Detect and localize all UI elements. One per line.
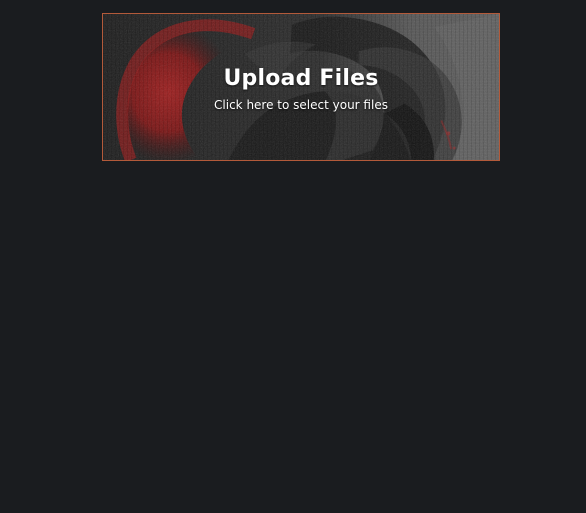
file-upload-dropzone[interactable]: Upload Files Click here to select your f… xyxy=(102,13,500,161)
upload-background-image xyxy=(103,14,499,160)
page: Upload Files Click here to select your f… xyxy=(0,0,586,513)
